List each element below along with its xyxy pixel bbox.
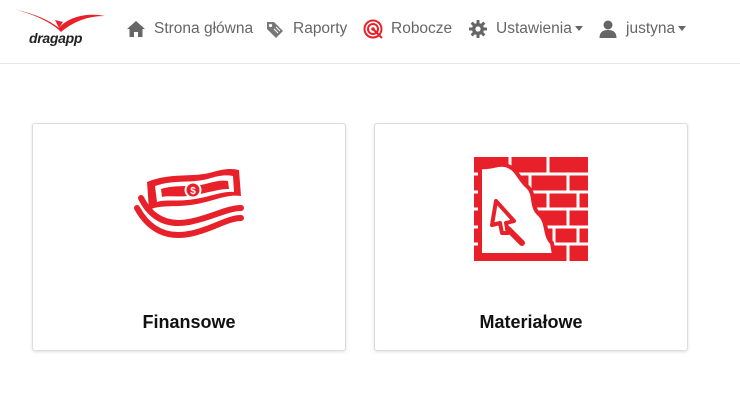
nav-home-label: Strona główna — [154, 20, 254, 37]
nav-settings-label: Ustawienia — [496, 20, 572, 37]
bird-logo-icon — [17, 10, 105, 32]
nav-drafts-label: Robocze — [391, 20, 453, 37]
nav-settings-dropdown[interactable]: Ustawienia — [468, 18, 583, 40]
chevron-down-icon — [574, 25, 583, 31]
user-icon — [599, 20, 617, 38]
nav-drafts[interactable]: Robocze — [363, 18, 452, 40]
target-icon — [363, 19, 383, 39]
logo[interactable]: dragapp — [15, 6, 107, 50]
card-materialowe[interactable]: Materiałowe — [374, 123, 688, 351]
logo-text: dragapp — [29, 30, 83, 46]
nav-reports-label: Raporty — [293, 20, 348, 37]
nav-home[interactable]: Strona główna — [126, 18, 253, 40]
nav-user-dropdown[interactable]: justyna — [598, 18, 687, 40]
gear-icon — [469, 20, 487, 38]
chevron-down-icon — [678, 25, 687, 31]
home-icon — [127, 21, 145, 37]
nav-reports[interactable]: Raporty — [265, 18, 347, 40]
brick-wall-trowel-icon — [474, 157, 588, 261]
nav-user-label: justyna — [626, 20, 676, 37]
money-icon: $ — [134, 168, 244, 238]
top-navbar: dragapp Strona główna Raporty Robocze Us… — [0, 0, 740, 64]
tag-icon — [267, 22, 283, 38]
card-materialowe-label: Materiałowe — [479, 312, 583, 332]
card-finansowe-label: Finansowe — [142, 312, 236, 332]
svg-text:$: $ — [190, 186, 196, 197]
card-finansowe[interactable]: $ Finansowe — [32, 123, 346, 351]
